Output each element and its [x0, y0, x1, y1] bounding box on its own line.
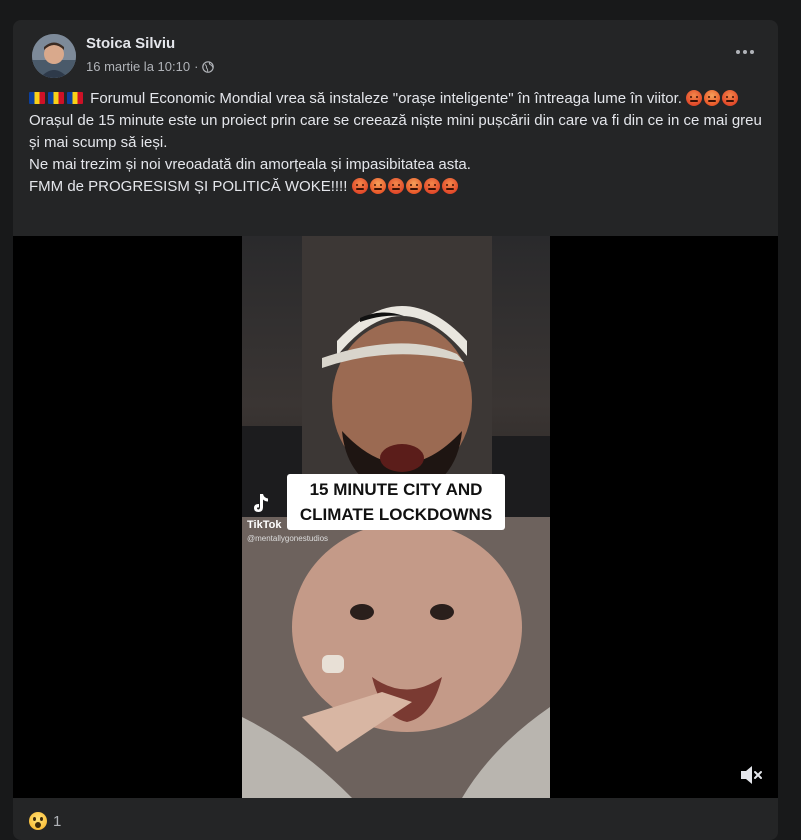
angry-face-icon — [686, 90, 703, 106]
reaction-count[interactable]: 1 — [53, 813, 61, 830]
post-text-paragraph-2: Orașul de 15 minute este un proiect prin… — [29, 112, 762, 151]
angry-face-icon — [351, 178, 368, 194]
post-text-paragraph-1: Forumul Economic Mondial vrea să instale… — [90, 90, 682, 107]
author-name[interactable]: Stoica Silviu — [86, 35, 175, 52]
post-header: Stoica Silviu 16 martie la 10:10 · — [13, 20, 778, 84]
romania-flag-icon — [29, 92, 45, 104]
angry-face-icon — [441, 178, 458, 194]
meta-separator: · — [194, 59, 199, 74]
muted-speaker-icon[interactable] — [738, 762, 766, 788]
post-timestamp[interactable]: 16 martie la 10:10 — [86, 59, 190, 74]
post-text-line-4: FMM de PROGRESISM ȘI POLITICĂ WOKE!!!! — [29, 176, 769, 198]
video-player[interactable]: 15 MINUTE CITY AND CLIMATE LOCKDOWNS Tik… — [13, 236, 778, 798]
angry-face-icon — [423, 178, 440, 194]
tiktok-brand: TikTok — [247, 519, 282, 531]
tiktok-logo-icon — [254, 494, 268, 512]
more-options-icon[interactable] — [730, 40, 760, 64]
post-text-paragraph-4: FMM de PROGRESISM ȘI POLITICĂ WOKE!!!! — [29, 178, 348, 195]
post-text-line-1: Forumul Economic Mondial vrea să instale… — [29, 88, 769, 110]
video-caption: 15 MINUTE CITY AND CLIMATE LOCKDOWNS — [287, 474, 505, 530]
angry-face-icon — [387, 178, 404, 194]
video-controls — [13, 752, 778, 798]
angry-face-icon — [704, 90, 721, 106]
globe-icon[interactable] — [202, 60, 215, 73]
author-avatar[interactable] — [32, 34, 76, 78]
tiktok-username: @mentallygonestudios — [247, 534, 329, 543]
post-meta: 16 martie la 10:10 · — [86, 59, 215, 74]
post-card: Stoica Silviu 16 martie la 10:10 · Forum… — [13, 20, 778, 840]
video-frame[interactable]: 15 MINUTE CITY AND CLIMATE LOCKDOWNS Tik… — [242, 236, 550, 798]
angry-face-icon — [405, 178, 422, 194]
romania-flag-icon — [67, 92, 83, 104]
angry-face-icon — [722, 90, 739, 106]
post-text-paragraph-3: Ne mai trezim și noi vreoadată din amorț… — [29, 156, 471, 173]
angry-face-icon — [369, 178, 386, 194]
video-caption-line-2: CLIMATE LOCKDOWNS — [299, 505, 493, 524]
romania-flag-icon — [48, 92, 64, 104]
wow-reaction-icon — [29, 812, 47, 830]
video-caption-line-1: 15 MINUTE CITY AND — [309, 480, 483, 499]
post-text: Forumul Economic Mondial vrea să instale… — [29, 88, 769, 198]
